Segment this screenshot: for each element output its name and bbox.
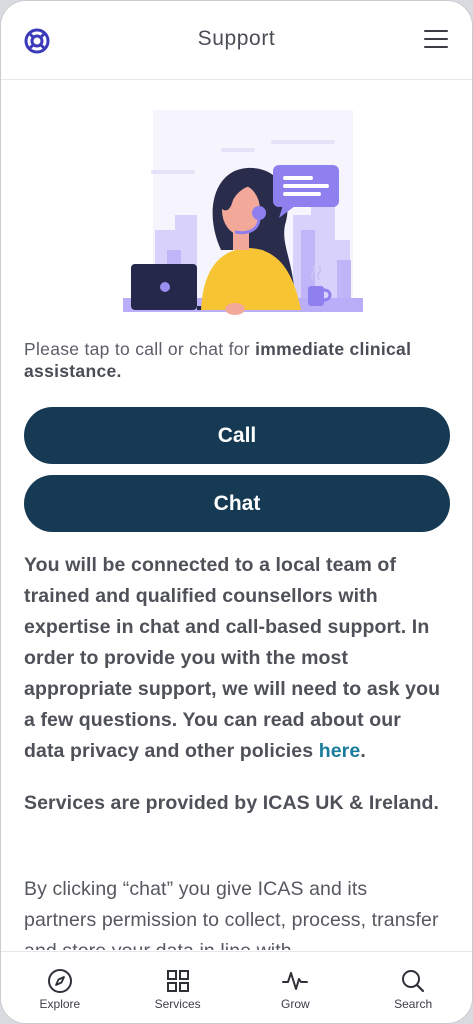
support-agent-illustration — [123, 110, 363, 315]
chat-button[interactable]: Chat — [24, 475, 450, 532]
call-button[interactable]: Call — [24, 407, 450, 464]
connection-info-paragraph: You will be connected to a local team of… — [24, 550, 444, 767]
tab-grow[interactable]: Grow — [237, 952, 355, 1023]
tab-explore-label: Explore — [39, 997, 81, 1011]
tab-grow-label: Grow — [281, 997, 310, 1011]
hamburger-menu-icon[interactable] — [424, 30, 448, 50]
phone-screen: Support Please tap to call or chat for i… — [0, 0, 473, 1024]
provider-info-paragraph: Services are provided by ICAS UK & Irela… — [24, 792, 440, 814]
page-title: Support — [197, 27, 276, 50]
tab-services[interactable]: Services — [119, 952, 237, 1023]
intro-prefix: Please tap to call or chat for — [24, 339, 256, 359]
pulse-icon — [282, 972, 309, 990]
tab-search-label: Search — [394, 997, 433, 1011]
search-icon — [402, 970, 425, 993]
intro-text: Please tap to call or chat for immediate… — [24, 338, 444, 382]
compass-icon — [47, 969, 72, 993]
tab-search[interactable]: Search — [354, 952, 472, 1023]
connection-info-text: You will be connected to a local team of… — [24, 554, 441, 762]
app-header: Support — [1, 1, 472, 80]
privacy-policy-link[interactable]: here — [319, 740, 361, 762]
tab-explore[interactable]: Explore — [1, 952, 119, 1023]
connection-info-end: . — [360, 740, 366, 762]
tab-services-label: Services — [154, 997, 201, 1011]
bottom-tab-bar: Explore Services Grow Search — [1, 951, 472, 1023]
grid-icon — [166, 970, 189, 992]
consent-paragraph: By clicking “chat” you give ICAS and its… — [24, 878, 439, 950]
support-content: Please tap to call or chat for immediate… — [1, 80, 472, 950]
